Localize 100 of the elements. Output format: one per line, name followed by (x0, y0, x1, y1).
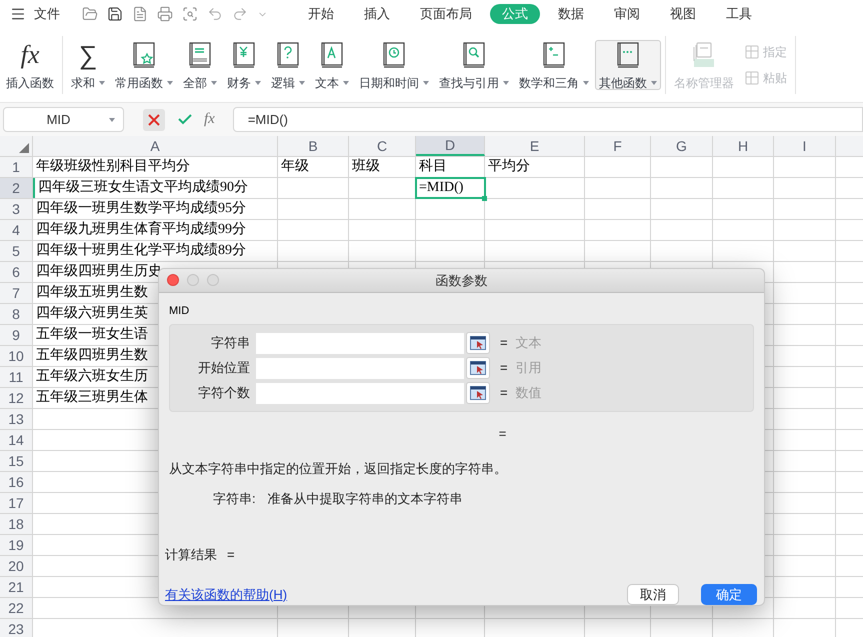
row-header[interactable]: 23 (0, 619, 33, 637)
caret-icon (255, 81, 261, 85)
row-header[interactable]: 21 (0, 577, 33, 597)
ribbon-tab[interactable]: 视图 (658, 4, 708, 24)
ribbon-tab[interactable]: 开始 (296, 4, 346, 24)
row-header[interactable]: 4 (0, 220, 33, 240)
fill-handle[interactable] (482, 196, 487, 201)
help-link[interactable]: 有关该函数的帮助(H) (165, 584, 288, 604)
ribbon-button[interactable]: 文本 (311, 40, 353, 90)
argument-field[interactable] (256, 332, 464, 354)
table-icon (744, 44, 760, 60)
column-header[interactable]: B (278, 136, 349, 156)
equals-sign: = (500, 384, 508, 402)
pdf-icon[interactable] (132, 6, 148, 22)
argument-label: 字符个数 (197, 384, 251, 402)
equals-sign: = (500, 359, 508, 378)
ribbon-tab[interactable]: 页面布局 (408, 4, 484, 24)
column-header[interactable]: H (713, 136, 774, 156)
file-menu[interactable]: 文件 (34, 4, 60, 24)
range-picker-icon (470, 336, 486, 350)
ribbon-button[interactable]: 其他函数 (595, 40, 661, 90)
save-icon[interactable] (107, 6, 123, 22)
row-header[interactable]: 3 (0, 199, 33, 219)
preview-icon[interactable] (182, 6, 198, 22)
redo-icon[interactable] (232, 6, 248, 22)
row-header[interactable]: 13 (0, 409, 33, 429)
undo-icon[interactable] (207, 6, 223, 22)
cell-text: =MID() (418, 181, 464, 195)
function-description: 从文本字符串中指定的位置开始，返回指定长度的字符串。 (169, 460, 508, 478)
ribbon-button[interactable]: fx 插入函数 (2, 40, 58, 90)
argument-field[interactable] (256, 358, 464, 378)
row-header[interactable]: 10 (0, 346, 33, 366)
name-box[interactable]: MID (3, 107, 124, 132)
ribbon-tab[interactable]: 数据 (546, 4, 596, 24)
ribbon-button[interactable]: 数学和三角 (515, 40, 593, 90)
function-glyph: ∑ (78, 42, 98, 68)
caret-icon (583, 81, 589, 85)
ribbon-tab[interactable]: 插入 (352, 4, 402, 24)
column-header[interactable]: D (416, 136, 485, 156)
row-header[interactable]: 22 (0, 598, 33, 618)
range-picker-button[interactable] (466, 357, 490, 379)
range-picker-icon (470, 361, 486, 375)
row-header[interactable]: 6 (0, 262, 33, 282)
row-header[interactable]: 8 (0, 304, 33, 324)
row-header[interactable]: 14 (0, 430, 33, 450)
ok-button[interactable]: 确定 (701, 584, 757, 605)
row-header[interactable]: 16 (0, 472, 33, 492)
ribbon-button[interactable]: 日期和时间 (355, 40, 433, 90)
row-header[interactable]: 11 (0, 367, 33, 387)
ribbon-tab[interactable]: 审阅 (602, 4, 652, 24)
argument-field[interactable] (256, 382, 464, 404)
column-header[interactable]: E (485, 136, 585, 156)
folder-icon[interactable] (82, 6, 98, 22)
argument-label: 开始位置 (197, 359, 251, 378)
row-header[interactable]: 9 (0, 325, 33, 345)
ribbon-button[interactable]: 常用函数 (111, 40, 177, 90)
row-header[interactable]: 12 (0, 388, 33, 408)
row-header[interactable]: 17 (0, 493, 33, 513)
argument-hint: 引用 (516, 359, 542, 378)
printer-icon[interactable] (157, 6, 173, 22)
row-header[interactable]: 19 (0, 535, 33, 555)
cell-text: 四年级三班女生语文平均成绩90分 (37, 181, 249, 195)
row-header[interactable]: 5 (0, 241, 33, 261)
caret-icon (167, 81, 173, 85)
close-button[interactable] (167, 274, 179, 286)
column-header[interactable]: I (774, 136, 836, 156)
range-picker-button[interactable] (466, 332, 490, 354)
row-header[interactable]: 18 (0, 514, 33, 534)
dialog-title: 函数参数 (436, 272, 488, 290)
select-all-icon[interactable] (19, 143, 29, 153)
range-picker-button[interactable] (466, 382, 490, 404)
book-icon (541, 41, 567, 69)
column-header[interactable]: F (585, 136, 651, 156)
result-value: = (227, 546, 235, 564)
column-header[interactable]: G (651, 136, 713, 156)
ribbon-tab[interactable]: 工具 (714, 4, 764, 24)
ribbon-button[interactable]: 财务 (223, 40, 265, 90)
ribbon-button[interactable]: 全部 (179, 40, 221, 90)
row-header[interactable]: 20 (0, 556, 33, 576)
cancel-button[interactable] (143, 108, 165, 130)
argument-label: 字符串 (210, 334, 251, 352)
caret-icon (343, 81, 349, 85)
row-header[interactable]: 7 (0, 283, 33, 303)
row-header[interactable]: 2 (0, 178, 33, 198)
ribbon-button[interactable]: 查找与引用 (435, 40, 513, 90)
ribbon-button[interactable]: ∑ 求和 (67, 40, 109, 90)
row-header[interactable]: 15 (0, 451, 33, 471)
menu-icon[interactable] (10, 6, 26, 22)
name-manager-icon (691, 41, 717, 69)
book-icon (615, 41, 641, 69)
function-name: MID (169, 304, 190, 318)
cell-text: 四年级一班男生数学平均成绩95分 (35, 202, 247, 216)
insert-function-button[interactable]: fx (204, 108, 215, 131)
ribbon-button[interactable]: 逻辑 (267, 40, 309, 90)
formula-field[interactable]: =MID() (232, 107, 863, 132)
book-icon (461, 41, 487, 69)
cancel-dialog-button[interactable]: 取消 (627, 584, 679, 605)
cell-text: 年级 (280, 160, 310, 174)
row-header[interactable]: 1 (0, 157, 33, 177)
column-header[interactable]: A (33, 136, 278, 156)
